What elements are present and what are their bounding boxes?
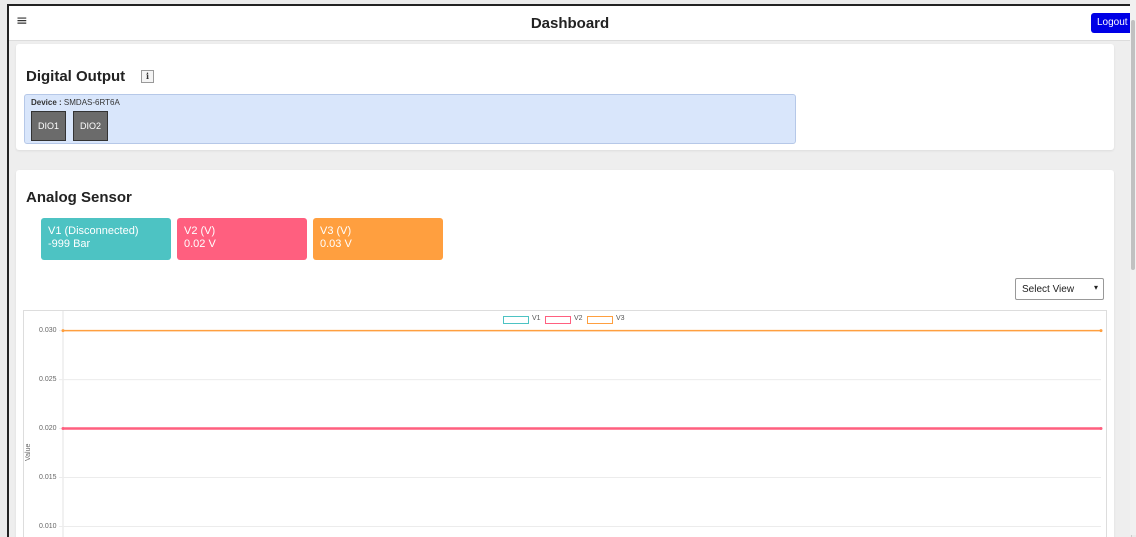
vertical-scrollbar[interactable] [1130,0,1136,535]
y-tick-label: 0.020 [39,424,57,432]
legend-label: V2 [574,315,583,322]
legend-label: V3 [616,315,625,322]
data-point-v3 [61,329,65,333]
sensor-tile-v2: V2 (V) 0.02 V [177,218,307,260]
device-panel: Device : SMDAS-6RT6A DIO1 DIO2 [24,94,796,144]
chart-plot-area [59,311,1103,537]
scrollbar-thumb[interactable] [1131,20,1135,270]
legend-swatch [503,316,529,324]
legend-label: V1 [532,315,541,322]
analog-sensor-card: Analog Sensor V1 (Disconnected) -999 Bar… [16,170,1114,537]
y-axis-label: Value [25,443,32,461]
app-window: ≡ Dashboard Logout Digital Output i Devi… [7,4,1132,537]
digital-output-title: Digital Output [26,68,126,85]
logout-button[interactable]: Logout [1091,13,1131,33]
info-icon[interactable]: i [141,70,154,83]
sensor-tile-value: 0.02 V [184,238,216,250]
device-info: Device : SMDAS-6RT6A [31,98,120,107]
chevron-down-icon: ▾ [1093,283,1098,292]
device-label: Device : [31,98,62,107]
data-point-v3 [1099,329,1103,333]
sensor-tile-value: 0.03 V [320,238,352,250]
sensor-tile-label: V1 (Disconnected) [48,225,139,237]
sensor-tile-label: V3 (V) [320,225,352,237]
data-point-v2 [1099,427,1103,431]
select-view-value: Select View [1022,284,1075,295]
sensor-tile-label: V2 (V) [184,225,216,237]
sensor-tile-v3: V3 (V) 0.03 V [313,218,443,260]
dio1-button[interactable]: DIO1 [31,111,66,141]
y-tick-label: 0.010 [39,522,57,530]
select-view-dropdown[interactable]: Select View ▾ [1015,278,1104,300]
legend-swatch [587,316,613,324]
device-name: SMDAS-6RT6A [63,98,120,107]
y-tick-label: 0.015 [39,473,57,481]
top-navbar: ≡ Dashboard Logout [9,6,1131,41]
legend-swatch [545,316,571,324]
y-tick-label: 0.025 [39,375,57,383]
sensor-chart: V1 V2 V3 Value 0.030 0.025 0.020 0.015 0.010 [23,310,1107,537]
y-tick-label: 0.030 [39,326,57,334]
analog-sensor-title: Analog Sensor [26,189,132,206]
data-point-v2 [61,427,65,431]
page-title: Dashboard [530,15,610,32]
dio2-button[interactable]: DIO2 [73,111,108,141]
digital-output-card: Digital Output i Device : SMDAS-6RT6A DI… [16,44,1114,150]
sensor-tile-value: -999 Bar [48,238,91,250]
sensor-tile-v1: V1 (Disconnected) -999 Bar [41,218,171,260]
